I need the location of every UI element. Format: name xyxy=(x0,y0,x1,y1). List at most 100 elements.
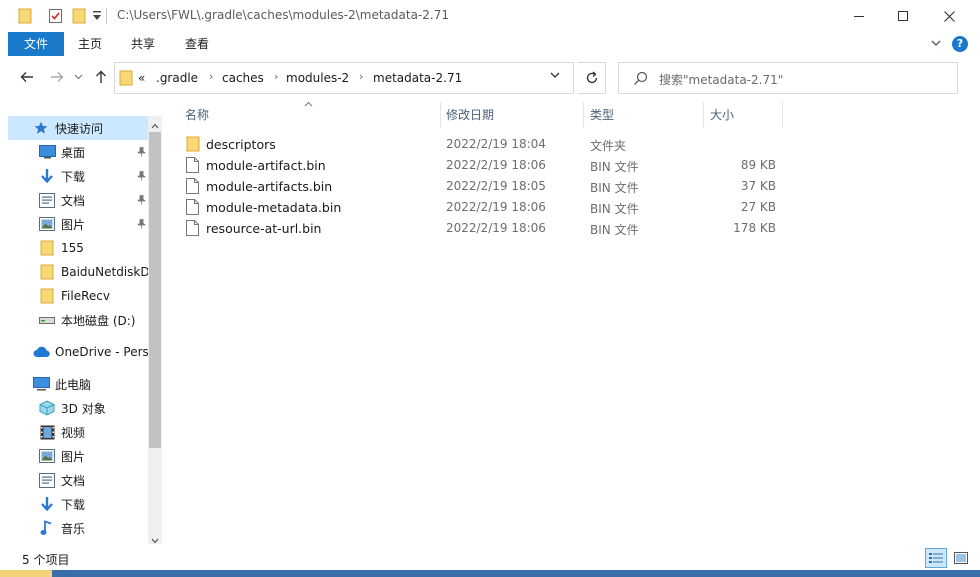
sidebar-item-quick-access[interactable]: 快速访问 xyxy=(8,116,148,140)
folder-icon xyxy=(38,240,56,256)
sidebar-item-downloads-pc[interactable]: 下载 xyxy=(8,492,148,516)
pin-icon[interactable] xyxy=(134,171,148,181)
sidebar-item-music[interactable]: 音乐 xyxy=(8,516,148,540)
column-divider[interactable] xyxy=(583,102,584,128)
download-icon xyxy=(38,168,56,184)
file-icon xyxy=(186,220,199,239)
folder-icon xyxy=(38,288,56,304)
sidebar-item-documents[interactable]: 文档 xyxy=(8,188,148,212)
column-divider[interactable] xyxy=(703,102,704,128)
file-row-module-metadata[interactable]: module-metadata.bin 2022/2/19 18:06 BIN … xyxy=(182,197,802,218)
details-view-icon xyxy=(929,553,943,563)
large-icons-view-button[interactable] xyxy=(950,548,972,568)
file-date: 2022/2/19 18:06 xyxy=(446,158,546,172)
file-date: 2022/2/19 18:06 xyxy=(446,200,546,214)
sidebar-item-baidunetdisk[interactable]: BaiduNetdiskD xyxy=(8,260,148,284)
breadcrumb-modules-2[interactable]: modules-2 xyxy=(286,71,349,85)
cloud-icon xyxy=(32,344,50,360)
customize-toolbar-icon[interactable] xyxy=(92,10,102,25)
desktop-icon xyxy=(38,144,56,160)
sidebar-item-downloads[interactable]: 下载 xyxy=(8,164,148,188)
breadcrumb-gradle[interactable]: .gradle xyxy=(156,71,198,85)
item-count: 5 个项目 xyxy=(22,553,70,567)
sidebar-item-onedrive[interactable]: OneDrive - Perso xyxy=(8,340,148,364)
file-row-descriptors[interactable]: descriptors 2022/2/19 18:04 文件夹 xyxy=(182,134,802,155)
column-header-name[interactable]: 名称 xyxy=(185,102,209,128)
file-size: 178 KB xyxy=(733,221,776,235)
breadcrumb-overflow[interactable]: « xyxy=(138,71,145,85)
nav-scrollbar-thumb[interactable] xyxy=(149,132,161,448)
search-input[interactable]: 搜索"metadata-2.71" xyxy=(618,62,958,94)
cube-icon xyxy=(38,400,56,416)
sidebar-item-local-disk-d[interactable]: 本地磁盘 (D:) xyxy=(8,308,148,332)
address-dropdown-button[interactable] xyxy=(549,69,561,84)
file-row-module-artifact[interactable]: module-artifact.bin 2022/2/19 18:06 BIN … xyxy=(182,155,802,176)
sidebar-item-filerecv[interactable]: FileRecv xyxy=(8,284,148,308)
sidebar-item-155[interactable]: 155 xyxy=(8,236,148,260)
chevron-down-icon xyxy=(74,74,82,80)
taskbar-item xyxy=(0,570,52,577)
sidebar-item-documents-pc[interactable]: 文档 xyxy=(8,468,148,492)
maximize-button[interactable] xyxy=(880,0,926,32)
sidebar-item-3d-objects[interactable]: 3D 对象 xyxy=(8,396,148,420)
sidebar-item-this-pc[interactable]: 此电脑 xyxy=(8,372,148,396)
refresh-button[interactable] xyxy=(578,62,606,94)
column-header-type[interactable]: 类型 xyxy=(590,102,614,128)
file-size: 37 KB xyxy=(740,179,776,193)
maximize-icon xyxy=(898,11,908,21)
sidebar-item-pictures[interactable]: 图片 xyxy=(8,212,148,236)
column-header-size[interactable]: 大小 xyxy=(710,102,734,128)
folder-icon xyxy=(18,8,32,27)
column-divider[interactable] xyxy=(440,102,441,128)
close-button[interactable] xyxy=(926,0,972,32)
document-icon xyxy=(38,472,56,488)
breadcrumb-caches[interactable]: caches xyxy=(222,71,264,85)
folder-icon xyxy=(186,136,200,155)
sidebar-item-videos[interactable]: 视频 xyxy=(8,420,148,444)
pin-icon[interactable] xyxy=(134,195,148,205)
properties-icon[interactable] xyxy=(48,8,64,27)
tab-home[interactable]: 主页 xyxy=(64,32,116,56)
file-type: BIN 文件 xyxy=(590,160,639,174)
close-icon xyxy=(943,10,955,22)
tab-view[interactable]: 查看 xyxy=(170,32,224,56)
minimize-button[interactable] xyxy=(836,0,882,32)
breadcrumb-separator[interactable]: › xyxy=(209,70,213,83)
scroll-up-icon[interactable] xyxy=(151,118,159,132)
file-row-resource-at-url[interactable]: resource-at-url.bin 2022/2/19 18:06 BIN … xyxy=(182,218,802,239)
tab-file[interactable]: 文件 xyxy=(8,32,64,56)
details-view-button[interactable] xyxy=(925,548,947,568)
chevron-down-icon[interactable] xyxy=(930,37,942,52)
breadcrumb-separator[interactable]: › xyxy=(359,70,363,83)
tab-share[interactable]: 共享 xyxy=(116,32,170,56)
window-title: C:\Users\FWL\.gradle\caches\modules-2\me… xyxy=(117,8,449,22)
breadcrumb-metadata[interactable]: metadata-2.71 xyxy=(373,71,462,85)
arrow-right-icon xyxy=(51,72,64,82)
back-button[interactable] xyxy=(18,68,36,86)
recent-locations-button[interactable] xyxy=(72,68,84,86)
toolbar-divider xyxy=(106,8,107,24)
pin-icon[interactable] xyxy=(134,147,148,157)
column-divider[interactable] xyxy=(782,102,783,128)
scroll-down-icon[interactable] xyxy=(151,533,159,547)
file-date: 2022/2/19 18:06 xyxy=(446,221,546,235)
search-icon xyxy=(633,71,648,89)
sidebar-item-pictures-pc[interactable]: 图片 xyxy=(8,444,148,468)
file-name: descriptors xyxy=(206,137,276,152)
nav-scrollbar[interactable] xyxy=(148,116,162,544)
minimize-icon xyxy=(854,16,864,17)
sidebar-item-desktop[interactable]: 桌面 xyxy=(8,140,148,164)
file-name: resource-at-url.bin xyxy=(206,221,322,236)
pin-icon[interactable] xyxy=(134,219,148,229)
new-folder-icon[interactable] xyxy=(72,8,86,27)
up-button[interactable] xyxy=(92,68,110,86)
title-bar: C:\Users\FWL\.gradle\caches\modules-2\me… xyxy=(0,0,980,32)
address-bar[interactable]: « .gradle › caches › modules-2 › metadat… xyxy=(114,62,574,94)
forward-button[interactable] xyxy=(48,68,66,86)
help-button[interactable]: ? xyxy=(952,36,968,52)
column-header-date[interactable]: 修改日期 xyxy=(446,102,494,128)
tiles-view-icon xyxy=(954,552,968,564)
download-icon xyxy=(38,496,56,512)
breadcrumb-separator[interactable]: › xyxy=(274,70,278,83)
file-row-module-artifacts[interactable]: module-artifacts.bin 2022/2/19 18:05 BIN… xyxy=(182,176,802,197)
